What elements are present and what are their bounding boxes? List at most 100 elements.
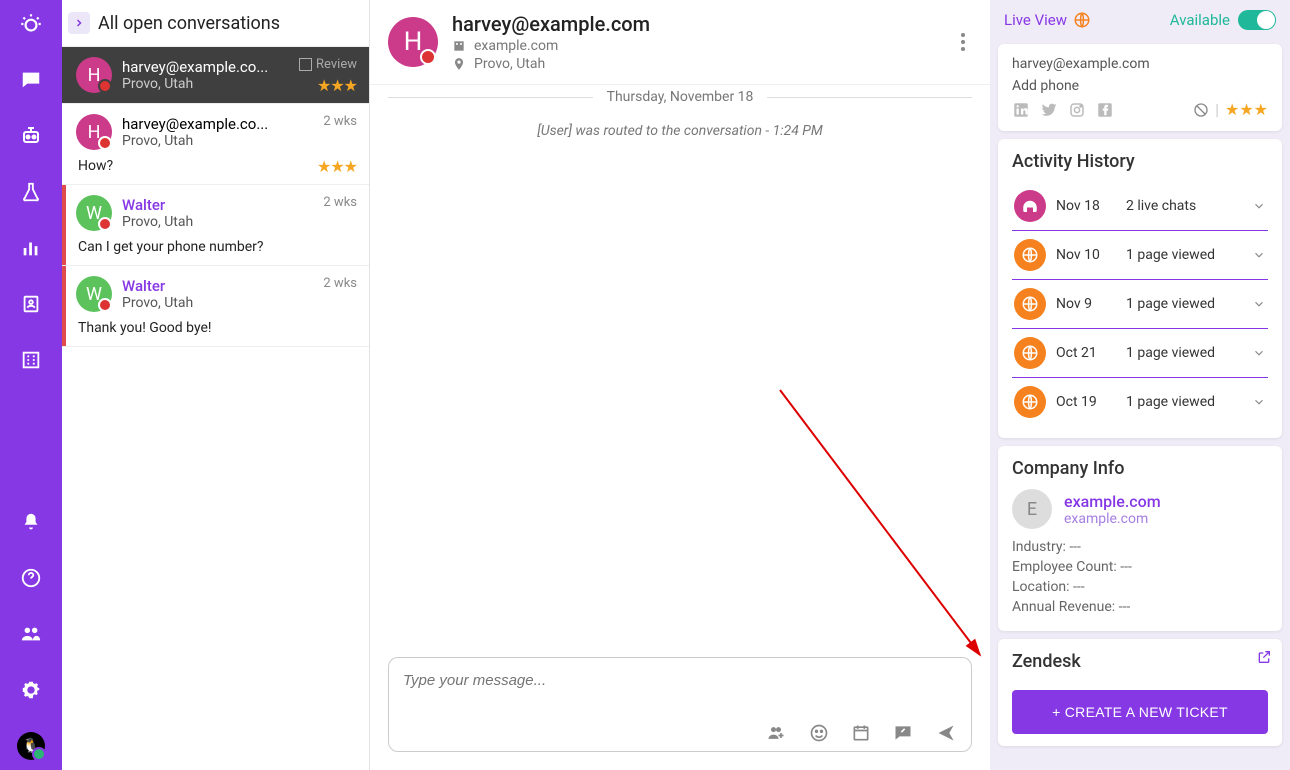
company-name[interactable]: example.com: [1064, 492, 1161, 511]
chat-body: Thursday, November 18 [User] was routed …: [370, 85, 990, 645]
chevron-down-icon: [1252, 297, 1266, 311]
building-icon[interactable]: [17, 346, 45, 374]
date-divider: Thursday, November 18: [388, 89, 972, 105]
globe-icon: [1073, 11, 1091, 29]
toggle-icon: [1238, 10, 1276, 30]
contact-location: Provo, Utah: [474, 56, 545, 72]
settings-icon[interactable]: [17, 676, 45, 704]
current-user-avatar[interactable]: 🐧: [17, 732, 45, 760]
avatar: H: [76, 114, 112, 150]
activity-desc: 1 page viewed: [1126, 394, 1242, 410]
live-view-button[interactable]: Live View: [1004, 11, 1091, 29]
convo-preview: Thank you! Good bye!: [78, 320, 357, 336]
right-panel: Live View Available harvey@example.com A…: [990, 0, 1290, 770]
convo-name: Walter: [122, 277, 193, 295]
activity-row[interactable]: Oct 19 1 page viewed: [1012, 378, 1268, 426]
activity-date: Nov 9: [1056, 296, 1116, 312]
chevron-right-icon: [68, 12, 90, 34]
conversation-item[interactable]: W WalterProvo, Utah 2 wks Thank you! Good b…: [62, 266, 369, 347]
team-icon[interactable]: [17, 620, 45, 648]
chevron-down-icon: [1252, 199, 1266, 213]
activity-date: Nov 10: [1056, 247, 1116, 263]
activity-date: Oct 19: [1056, 394, 1116, 410]
convo-location: Provo, Utah: [122, 295, 193, 311]
bell-icon[interactable]: [17, 508, 45, 536]
convo-list-header[interactable]: All open conversations: [62, 0, 369, 47]
company-domain[interactable]: example.com: [1064, 511, 1161, 527]
company-title: Company Info: [1012, 458, 1268, 479]
convo-name: Walter: [122, 196, 193, 214]
avatar: W: [76, 195, 112, 231]
contact-info: harvey@example.com example.com Provo, Ut…: [452, 12, 650, 72]
create-ticket-button[interactable]: + CREATE A NEW TICKET: [1012, 690, 1268, 734]
chevron-down-icon: [1252, 395, 1266, 409]
activity-row[interactable]: Nov 101 page viewed: [1012, 231, 1268, 280]
company-avatar: E: [1012, 489, 1052, 529]
company-revenue: Annual Revenue: ---: [1012, 599, 1268, 615]
message-composer[interactable]: [388, 657, 972, 752]
rating-stars[interactable]: ★★★: [1225, 100, 1268, 119]
company-info-card: Company Info E example.com example.com I…: [998, 446, 1282, 631]
chat-header: H harvey@example.com example.com Provo, …: [370, 0, 990, 85]
convo-location: Provo, Utah: [122, 133, 268, 149]
chevron-down-icon: [1252, 248, 1266, 262]
globe-icon: [1014, 288, 1046, 320]
note-icon[interactable]: [893, 723, 913, 743]
conversation-item[interactable]: Hharvey@example.co...Provo, Utah2 wksHow…: [62, 104, 369, 185]
avatar: W: [76, 276, 112, 312]
send-icon[interactable]: [935, 723, 957, 743]
headset-icon: [1014, 190, 1046, 222]
convo-preview: Can I get your phone number?: [78, 239, 357, 255]
convo-filter-title: All open conversations: [98, 13, 280, 34]
emoji-icon[interactable]: [809, 723, 829, 743]
building-sm-icon: [452, 39, 466, 53]
nav-rail: 🐧: [0, 0, 62, 770]
brand-icon[interactable]: [17, 10, 45, 38]
activity-date: Oct 21: [1056, 345, 1116, 361]
add-phone-button[interactable]: Add phone: [1012, 78, 1268, 94]
message-input[interactable]: [403, 672, 957, 689]
activity-title: Activity History: [1012, 151, 1268, 172]
block-icon[interactable]: [1193, 102, 1209, 118]
convo-time: 2 wks: [323, 276, 357, 291]
add-people-icon[interactable]: [765, 723, 787, 743]
flask-icon[interactable]: [17, 178, 45, 206]
messages-icon[interactable]: [17, 66, 45, 94]
chat-menu-button[interactable]: [954, 26, 972, 58]
availability-toggle[interactable]: Available: [1170, 10, 1276, 30]
activity-row[interactable]: Nov 91 page viewed: [1012, 280, 1268, 329]
globe-icon: [1014, 239, 1046, 271]
company-location: Location: ---: [1012, 579, 1268, 595]
conversation-item[interactable]: Hharvey@example.co...Provo, UtahReview★★…: [62, 47, 369, 104]
activity-date: Nov 18: [1056, 198, 1116, 214]
activity-row[interactable]: Nov 182 live chats: [1012, 182, 1268, 231]
review-badge: Review: [299, 57, 357, 72]
company-employees: Employee Count: ---: [1012, 559, 1268, 575]
zendesk-card: Zendesk + CREATE A NEW TICKET: [998, 639, 1282, 746]
activity-row[interactable]: Oct 21 1 page viewed: [1012, 329, 1268, 378]
contact-avatar: H: [388, 17, 438, 67]
conversation-item[interactable]: WWalterProvo, Utah2 wksCan I get your ph…: [62, 185, 369, 266]
convo-location: Provo, Utah: [122, 76, 268, 92]
convo-rating: ★★★: [317, 76, 357, 95]
activity-desc: 1 page viewed: [1126, 345, 1242, 361]
convo-location: Provo, Utah: [122, 214, 193, 230]
contact-email: harvey@example.com: [1012, 56, 1268, 72]
help-icon[interactable]: [17, 564, 45, 592]
analytics-icon[interactable]: [17, 234, 45, 262]
avatar: H: [76, 57, 112, 93]
instagram-icon[interactable]: [1068, 101, 1086, 119]
company-industry: Industry: ---: [1012, 539, 1268, 555]
facebook-icon[interactable]: [1096, 101, 1114, 119]
twitter-icon[interactable]: [1040, 101, 1058, 119]
contact-card: harvey@example.com Add phone | ★★★: [998, 44, 1282, 131]
contacts-icon[interactable]: [17, 290, 45, 318]
contact-domain: example.com: [474, 38, 558, 54]
open-external-icon[interactable]: [1256, 649, 1272, 665]
contact-name: harvey@example.com: [452, 12, 650, 36]
bot-icon[interactable]: [17, 122, 45, 150]
calendar-icon[interactable]: [851, 723, 871, 743]
globe-icon: [1014, 337, 1046, 369]
convo-rating: ★★★: [317, 157, 357, 176]
linkedin-icon[interactable]: [1012, 101, 1030, 119]
